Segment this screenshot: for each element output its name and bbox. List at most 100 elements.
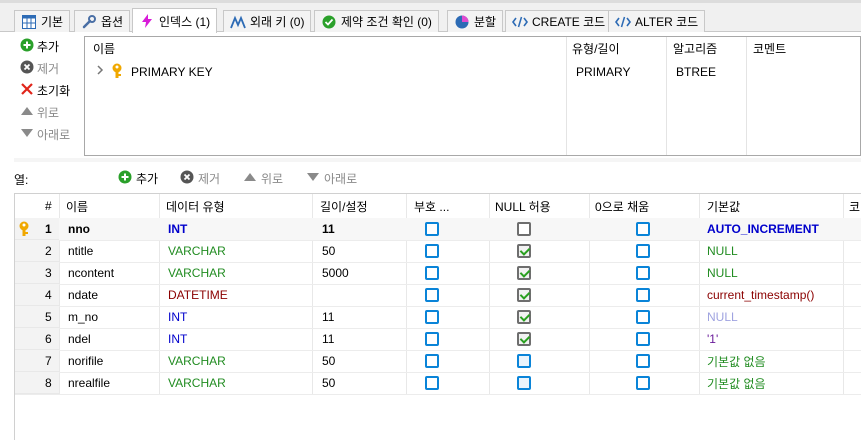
unsigned-cell[interactable]: [425, 240, 439, 262]
table-row[interactable]: 1 nno INT 11 AUTO_INCREMENT: [15, 218, 861, 240]
nullable-cell[interactable]: [517, 262, 531, 284]
zerofill-cell-checkbox[interactable]: [636, 310, 650, 324]
remove-column-button[interactable]: 제거: [180, 169, 220, 187]
unsigned-cell-checkbox[interactable]: [425, 332, 439, 346]
header-length[interactable]: 길이/설정: [320, 194, 368, 218]
index-row[interactable]: PRIMARY KEY PRIMARY BTREE: [85, 62, 860, 82]
add-column-button[interactable]: 추가: [118, 169, 158, 187]
unsigned-cell[interactable]: [425, 350, 439, 372]
index-header-name[interactable]: 이름: [93, 40, 115, 57]
nullable-cell[interactable]: [517, 306, 531, 328]
index-header-comment[interactable]: 코멘트: [753, 40, 786, 57]
unsigned-cell-checkbox[interactable]: [425, 376, 439, 390]
tab-foreign-keys[interactable]: 외래 키 (0): [223, 10, 312, 32]
add-index-button[interactable]: 추가: [20, 36, 59, 56]
header-num[interactable]: #: [45, 194, 52, 218]
table-row[interactable]: 4 ndate DATETIME current_timestamp(): [15, 284, 861, 306]
zerofill-cell-checkbox[interactable]: [636, 354, 650, 368]
zerofill-cell-checkbox[interactable]: [636, 376, 650, 390]
tab-label: CREATE 코드: [532, 15, 606, 29]
unsigned-cell[interactable]: [425, 372, 439, 394]
zerofill-cell[interactable]: [636, 372, 650, 394]
row-header[interactable]: [15, 306, 59, 328]
reset-index-button[interactable]: 초기화: [20, 80, 70, 100]
unsigned-cell-checkbox[interactable]: [425, 288, 439, 302]
header-nullable[interactable]: NULL 허용: [495, 194, 551, 218]
row-header[interactable]: [15, 328, 59, 350]
move-up-column-button[interactable]: 위로: [243, 169, 283, 187]
unsigned-cell[interactable]: [425, 262, 439, 284]
expand-chevron-icon[interactable]: [95, 64, 105, 79]
move-up-index-button[interactable]: 위로: [20, 102, 59, 122]
tab-create-code[interactable]: CREATE 코드: [505, 10, 613, 32]
table-row[interactable]: 3 ncontent VARCHAR 5000 NULL: [15, 262, 861, 284]
tab-partitions[interactable]: 분할: [447, 10, 504, 32]
table-row[interactable]: 6 ndel INT 11 '1': [15, 328, 861, 350]
nullable-cell[interactable]: [517, 328, 531, 350]
unsigned-cell[interactable]: [425, 328, 439, 350]
zerofill-cell-checkbox[interactable]: [636, 244, 650, 258]
nullable-cell-checkbox[interactable]: [517, 332, 531, 346]
nullable-cell[interactable]: [517, 240, 531, 262]
unsigned-cell[interactable]: [425, 284, 439, 306]
row-header[interactable]: [15, 262, 59, 284]
row-header[interactable]: [15, 240, 59, 262]
column-name: ntitle: [68, 244, 94, 258]
nullable-cell-checkbox[interactable]: [517, 376, 531, 390]
nullable-cell[interactable]: [517, 372, 531, 394]
unsigned-cell[interactable]: [425, 306, 439, 328]
zerofill-cell-checkbox[interactable]: [636, 332, 650, 346]
nullable-cell-checkbox[interactable]: [517, 288, 531, 302]
table-row[interactable]: 2 ntitle VARCHAR 50 NULL: [15, 240, 861, 262]
tab-check-constraints[interactable]: 제약 조건 확인 (0): [314, 10, 439, 32]
table-row[interactable]: 5 m_no INT 11 NULL: [15, 306, 861, 328]
zerofill-cell-checkbox[interactable]: [636, 266, 650, 280]
zerofill-cell[interactable]: [636, 240, 650, 262]
move-down-column-button[interactable]: 아래로: [306, 169, 357, 187]
zerofill-cell[interactable]: [636, 284, 650, 306]
header-name[interactable]: 이름: [66, 194, 89, 218]
table-row[interactable]: 7 norifile VARCHAR 50 기본값 없음: [15, 350, 861, 372]
zerofill-cell[interactable]: [636, 306, 650, 328]
tab-indexes[interactable]: 인덱스 (1): [132, 8, 218, 33]
unsigned-cell-checkbox[interactable]: [425, 266, 439, 280]
nullable-cell[interactable]: [517, 284, 531, 306]
unsigned-cell-checkbox[interactable]: [425, 354, 439, 368]
header-unsigned[interactable]: 부호 ...: [414, 194, 450, 218]
nullable-cell-checkbox[interactable]: [517, 266, 531, 280]
row-header[interactable]: [15, 284, 59, 306]
index-header-type[interactable]: 유형/길이: [572, 40, 620, 57]
zerofill-cell[interactable]: [636, 328, 650, 350]
zerofill-cell[interactable]: [636, 218, 650, 240]
header-default[interactable]: 기본값: [707, 194, 741, 218]
nullable-cell-checkbox[interactable]: [517, 222, 531, 236]
zerofill-cell-checkbox[interactable]: [636, 288, 650, 302]
unsigned-cell-checkbox[interactable]: [425, 310, 439, 324]
row-header[interactable]: [15, 372, 59, 394]
nullable-cell-checkbox[interactable]: [517, 310, 531, 324]
arrow-down-icon: [306, 171, 320, 186]
header-datatype[interactable]: 데이터 유형: [166, 194, 225, 218]
nullable-cell[interactable]: [517, 218, 531, 240]
nullable-cell-checkbox[interactable]: [517, 244, 531, 258]
move-down-index-button[interactable]: 아래로: [20, 124, 70, 144]
tab-options[interactable]: 옵션: [74, 10, 131, 32]
header-zerofill[interactable]: 0으로 채움: [595, 194, 650, 218]
panel-splitter[interactable]: [14, 158, 861, 162]
zerofill-cell[interactable]: [636, 262, 650, 284]
nullable-cell[interactable]: [517, 350, 531, 372]
header-comment[interactable]: 코: [849, 194, 861, 218]
nullable-cell-checkbox[interactable]: [517, 354, 531, 368]
tab-alter-code[interactable]: ALTER 코드: [608, 10, 706, 32]
zerofill-cell-checkbox[interactable]: [636, 222, 650, 236]
unsigned-cell-checkbox[interactable]: [425, 244, 439, 258]
zerofill-cell[interactable]: [636, 350, 650, 372]
remove-index-button[interactable]: 제거: [20, 58, 59, 78]
row-header[interactable]: [15, 350, 59, 372]
unsigned-cell-checkbox[interactable]: [425, 222, 439, 236]
row-number: 8: [45, 376, 52, 390]
unsigned-cell[interactable]: [425, 218, 439, 240]
table-row[interactable]: 8 nrealfile VARCHAR 50 기본값 없음: [15, 372, 861, 394]
tab-basic[interactable]: 기본: [14, 10, 71, 32]
index-header-algorithm[interactable]: 알고리즘: [673, 40, 717, 57]
